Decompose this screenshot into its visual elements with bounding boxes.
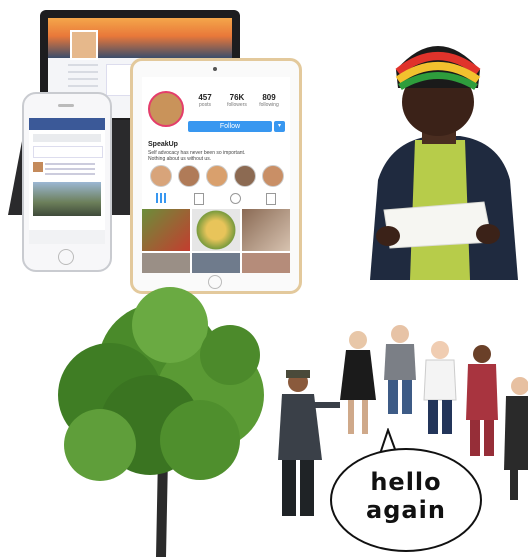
following-label: following: [259, 102, 279, 108]
grid-view-icon[interactable]: [156, 193, 166, 203]
profile-bio: Self advocacy has never been so importan…: [148, 150, 246, 162]
grid-photo[interactable]: [192, 253, 240, 273]
person-white-top: [423, 341, 457, 434]
posts-stat: 457 posts: [190, 93, 220, 108]
speech-bubble: hello again: [330, 448, 482, 552]
tree: [58, 287, 264, 557]
person-black-dress: [340, 331, 376, 434]
speech-bubble-text: hello again: [332, 468, 480, 524]
story-highlight[interactable]: [178, 165, 200, 187]
post-photo: [33, 182, 101, 216]
bottom-nav: [29, 230, 105, 244]
devices-illustration: 457 posts 76K followers 809 following Fo…: [0, 0, 302, 294]
tablet: 457 posts 76K followers 809 following Fo…: [130, 58, 302, 294]
followers-stat: 76K followers: [222, 93, 252, 108]
tablet-screen: 457 posts 76K followers 809 following Fo…: [142, 77, 290, 273]
story-highlight[interactable]: [150, 165, 172, 187]
app-header-bar: [29, 118, 105, 130]
grid-photo[interactable]: [242, 253, 290, 273]
reaction-row: [33, 134, 101, 142]
speech-line-2: again: [366, 496, 446, 524]
status-box: [33, 146, 103, 158]
profile-picture: [148, 91, 184, 127]
phone-home-button: [58, 249, 74, 265]
person-grey-top: [384, 325, 416, 414]
story-highlight[interactable]: [206, 165, 228, 187]
posts-label: posts: [199, 102, 211, 108]
saved-icon[interactable]: [266, 193, 276, 205]
story-highlight[interactable]: [234, 165, 256, 187]
grid-photo[interactable]: [142, 253, 190, 273]
post-lines: [45, 163, 95, 177]
following-stat: 809 following: [254, 93, 284, 108]
grid-photo[interactable]: [142, 209, 190, 251]
list-view-icon[interactable]: [194, 193, 204, 205]
following-count: 809: [262, 93, 276, 102]
followers-count: 76K: [229, 93, 245, 102]
man-reading-paper: [370, 46, 518, 280]
smartphone: [22, 92, 112, 272]
tablet-camera: [213, 67, 217, 71]
grid-photo[interactable]: [192, 209, 240, 251]
phone-speaker: [58, 104, 74, 107]
person-right-edge: [504, 377, 528, 500]
speech-line-1: hello: [370, 468, 442, 496]
profile-username: SpeakUp: [148, 141, 178, 148]
posts-count: 457: [198, 93, 212, 102]
followers-label: followers: [227, 102, 247, 108]
profile-avatar: [70, 30, 98, 60]
post-author-avatar: [33, 162, 43, 172]
story-highlight[interactable]: [262, 165, 284, 187]
grid-photo[interactable]: [242, 209, 290, 251]
follow-dropdown-button[interactable]: ▾: [274, 121, 285, 132]
person-red-outfit: [466, 345, 498, 456]
tagged-icon[interactable]: [230, 193, 241, 204]
phone-screen: [29, 118, 105, 244]
follow-button[interactable]: Follow: [188, 121, 272, 132]
